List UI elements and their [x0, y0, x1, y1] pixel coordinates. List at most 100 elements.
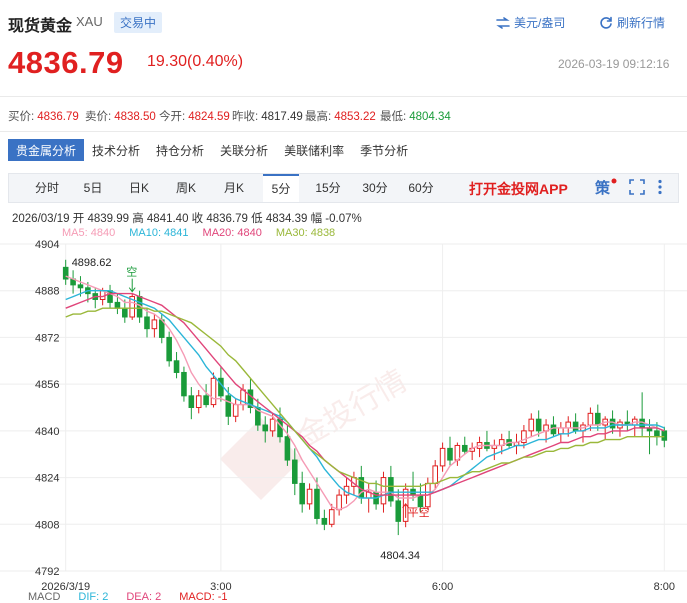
period-tab[interactable]: 60分	[403, 174, 439, 202]
refresh-icon	[600, 16, 612, 29]
candle-body	[565, 421, 572, 429]
y-tick-label: 4792	[35, 566, 59, 578]
macd-legend-item: MACD: -1	[179, 591, 228, 603]
period-tab[interactable]: 30分	[357, 174, 393, 202]
macd-legend-item: MACD	[28, 591, 61, 603]
macd-legend: MACD DIF: 2 DEA: 2 MACD: -1	[28, 591, 227, 603]
candle-body	[195, 395, 202, 408]
quote-stat-value: 4804.34	[409, 111, 451, 123]
quote-stat-value: 4838.50	[114, 111, 156, 123]
svg-text:金投行情: 金投行情	[292, 364, 413, 454]
unit-switch-button[interactable]: 美元/盎司	[496, 14, 565, 31]
candle-body	[654, 430, 660, 438]
chart-toolbar: 分时 5日 日K 周K 月K 5分 15分 30分 60分 打开金投网APP 策	[8, 173, 679, 203]
candle-body	[535, 418, 542, 432]
candle-body	[284, 436, 291, 461]
candle-body	[321, 517, 328, 525]
analysis-tab[interactable]: 美联储利率	[276, 139, 352, 161]
period-tab[interactable]: 5日	[75, 174, 111, 202]
candle-body	[528, 418, 535, 432]
candle-body	[262, 424, 269, 432]
y-tick-label: 4808	[35, 519, 59, 531]
candle-body	[181, 371, 187, 397]
analysis-tab[interactable]: 技术分析	[84, 139, 148, 161]
candle-body	[609, 418, 616, 429]
short-signal-label: 空	[126, 265, 137, 279]
quote-stat-label: 卖价:	[85, 111, 112, 123]
fullscreen-icon[interactable]	[629, 179, 645, 195]
period-tabs: 分时 5日 日K 周K 月K 5分 15分 30分 60分	[9, 174, 439, 202]
analysis-tab[interactable]: 贵金属分析	[8, 139, 85, 161]
quote-stat: 今开: 4824.59	[159, 108, 232, 124]
toolbar-icons: 策	[595, 178, 663, 196]
period-tab[interactable]: 分时	[29, 174, 65, 202]
period-tab[interactable]: 5分	[263, 174, 299, 202]
candle-body	[380, 477, 387, 505]
x-tick-label: 8:00	[654, 581, 675, 593]
candle-body	[461, 444, 468, 452]
quote-stat-value: 4817.49	[261, 111, 303, 123]
y-tick-label: 4872	[35, 332, 59, 344]
quote-datetime: 2026-03-19 09:12:16	[558, 57, 670, 71]
y-tick-label: 4824	[35, 473, 59, 485]
analysis-tab[interactable]: 季节分析	[352, 139, 416, 161]
price-change: 19.30(0.40%)	[147, 53, 244, 70]
candle-body	[173, 360, 180, 373]
svg-text:策: 策	[595, 179, 611, 196]
flat-short-signal-label: 平空	[408, 505, 430, 519]
analysis-tab[interactable]: 关联分析	[212, 139, 276, 161]
quote-stat-label: 最高:	[305, 111, 332, 123]
candle-body	[395, 500, 402, 522]
quote-stat-value: 4853.22	[334, 111, 376, 123]
candle-body	[188, 395, 195, 408]
candle-body	[114, 301, 121, 309]
ohlc-summary: 2026/03/19 开 4839.99 高 4841.40 收 4836.79…	[12, 213, 362, 225]
unit-switch-label: 美元/盎司	[514, 16, 566, 30]
period-tab[interactable]: 月K	[215, 174, 253, 202]
period-tab[interactable]: 15分	[309, 174, 347, 202]
refresh-label: 刷新行情	[617, 16, 666, 30]
quote-stat: 卖价: 4838.50	[85, 108, 159, 124]
quote-stat-label: 最低:	[380, 111, 407, 123]
candle-body	[388, 477, 394, 502]
period-tab[interactable]: 日K	[121, 174, 157, 202]
analysis-tabs: 贵金属分析 技术分析 持仓分析 关联分析 美联储利率 季节分析	[8, 139, 416, 161]
candle-body	[269, 418, 276, 432]
quote-stat: 最低: 4804.34	[380, 108, 460, 124]
candle-body	[122, 307, 128, 318]
min-price-label: 4804.34	[380, 550, 420, 562]
x-tick-label: 6:00	[432, 581, 453, 593]
strategy-icon[interactable]: 策	[595, 178, 617, 196]
refresh-button[interactable]: 刷新行情	[599, 14, 665, 31]
candle-body	[314, 488, 320, 519]
quote-stat: 昨收: 4817.49	[232, 108, 305, 124]
header-bar: 现货黄金 XAU 交易中 美元/盎司 刷新行情	[0, 0, 687, 38]
quote-stat-label: 买价:	[8, 111, 35, 123]
candle-body	[432, 465, 438, 484]
y-tick-label: 4888	[35, 286, 59, 298]
y-tick-label: 4904	[35, 239, 59, 251]
candlestick-chart[interactable]: 金投行情490448884872485648404824480847922026…	[0, 235, 687, 595]
quote-stat-value: 4824.59	[188, 111, 230, 123]
analysis-tab[interactable]: 持仓分析	[148, 139, 212, 161]
more-icon[interactable]	[657, 179, 663, 195]
period-tab[interactable]: 周K	[167, 174, 205, 202]
max-price-label: 4898.62	[72, 257, 112, 269]
open-app-link[interactable]: 打开金投网APP	[469, 179, 568, 199]
instrument-title: 现货黄金	[8, 18, 73, 35]
candle-body	[225, 395, 232, 417]
quote-stat-label: 昨收:	[232, 111, 259, 123]
candle-body	[299, 482, 305, 505]
current-price: 4836.79	[8, 45, 124, 80]
candle-body	[454, 444, 461, 461]
candle-body	[447, 447, 453, 461]
instrument-code: XAU	[76, 14, 103, 29]
macd-legend-item: DIF: 2	[78, 591, 109, 603]
quote-stat-value: 4836.79	[37, 111, 79, 123]
candle-body	[306, 488, 313, 505]
candle-body	[77, 284, 84, 289]
candle-body	[336, 494, 342, 511]
short-signal-arrow	[128, 278, 136, 293]
divider	[0, 96, 687, 97]
swap-icon	[496, 16, 510, 29]
